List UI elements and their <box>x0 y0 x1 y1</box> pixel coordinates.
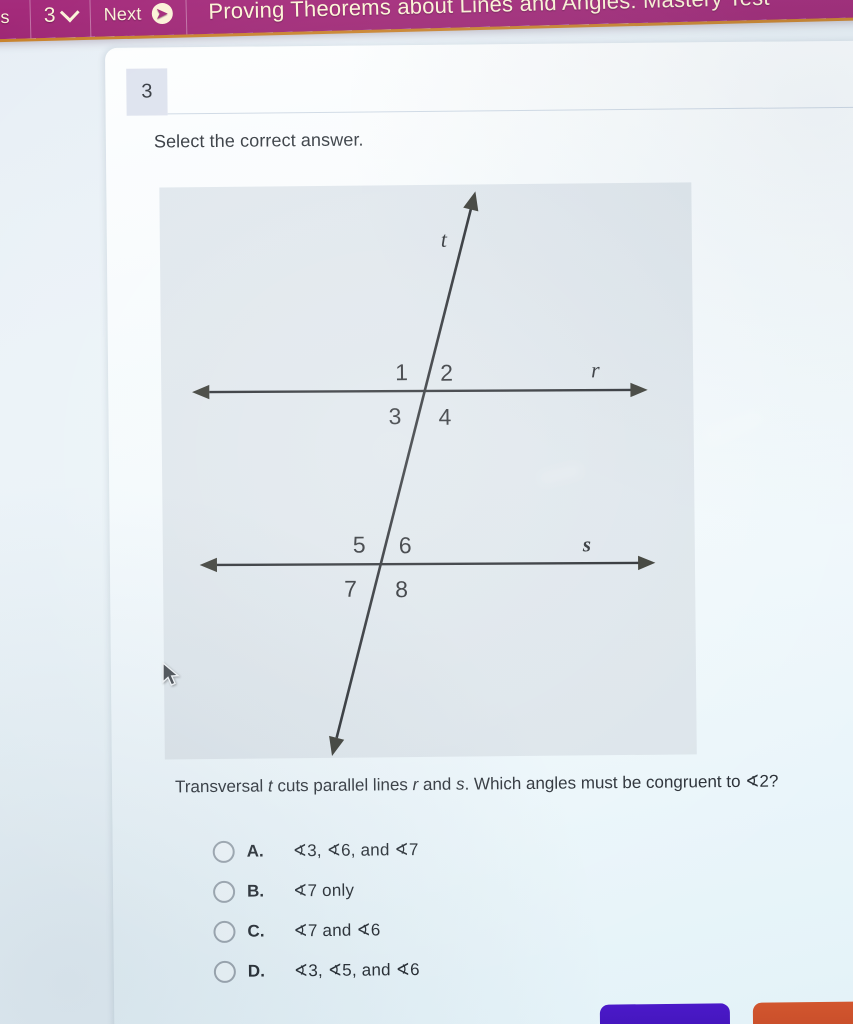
label-line-s: s <box>582 532 591 556</box>
line-s <box>199 555 656 573</box>
angle-label-7: 7 <box>344 576 357 602</box>
option-b-letter: B. <box>247 881 265 901</box>
question-number-value: 3 <box>43 3 57 28</box>
question-card: 3 Select the correct answer. t r s 1 2 3… <box>105 40 853 1024</box>
angle-label-5: 5 <box>353 532 366 558</box>
option-b[interactable]: B. ∢7 only <box>213 867 713 912</box>
radio-button-a[interactable] <box>212 840 235 864</box>
previous-button[interactable]: ous <box>0 0 32 40</box>
reset-button[interactable] <box>599 1003 731 1024</box>
screen-photo: ous 3 Next ➤ Proving Theorems about Line… <box>0 0 853 1024</box>
line-r <box>192 382 648 400</box>
question-number-dropdown[interactable]: 3 <box>30 0 92 39</box>
option-c[interactable]: C. ∢7 and ∢6 <box>213 907 713 952</box>
angle-label-1: 1 <box>395 359 408 385</box>
caption-part-2: cuts parallel lines <box>272 775 413 796</box>
submit-button[interactable] <box>752 1001 853 1024</box>
mouse-cursor <box>162 662 180 686</box>
option-d[interactable]: D. ∢3, ∢5, and ∢6 <box>213 947 714 992</box>
question-prompt: Select the correct answer. <box>153 129 364 152</box>
circle-arrow-right-icon: ➤ <box>151 2 173 24</box>
figure-caption: Transversal t cuts parallel lines r and … <box>175 772 778 798</box>
previous-label: ous <box>0 6 10 28</box>
caption-part-4: . Which angles must be congruent to ∢2? <box>464 771 779 794</box>
option-d-text: ∢3, ∢5, and ∢6 <box>293 960 420 981</box>
label-line-r: r <box>591 357 600 382</box>
answer-options: A. ∢3, ∢6, and ∢7 B. ∢7 only C. ∢7 and ∢… <box>212 827 715 992</box>
option-b-text: ∢7 only <box>293 880 355 901</box>
top-navigation-bar: ous 3 Next ➤ Proving Theorems about Line… <box>0 0 853 40</box>
option-a[interactable]: A. ∢3, ∢6, and ∢7 <box>212 827 713 872</box>
test-title: Proving Theorems about Lines and Angles:… <box>208 0 770 24</box>
angle-label-2: 2 <box>440 360 453 386</box>
angle-label-4: 4 <box>438 404 451 430</box>
radio-button-b[interactable] <box>213 880 236 904</box>
option-d-letter: D. <box>247 961 265 981</box>
parallel-lines-transversal-diagram: t r s 1 2 3 4 5 6 7 8 <box>192 191 656 756</box>
option-a-text: ∢3, ∢6, and ∢7 <box>292 840 419 861</box>
angle-label-8: 8 <box>395 576 408 602</box>
caption-part-1: Transversal <box>175 776 269 797</box>
next-button[interactable]: Next ➤ <box>90 0 188 37</box>
tab-divider <box>167 106 853 115</box>
angle-label-6: 6 <box>399 532 412 558</box>
geometry-figure: t r s 1 2 3 4 5 6 7 8 <box>159 182 697 760</box>
label-transversal-t: t <box>441 227 448 252</box>
chevron-down-icon <box>59 2 80 23</box>
next-label: Next <box>103 3 142 25</box>
angle-label-3: 3 <box>388 403 401 429</box>
option-c-letter: C. <box>247 921 265 941</box>
radio-button-c[interactable] <box>213 920 236 943</box>
question-number-tab: 3 <box>126 68 168 116</box>
option-c-text: ∢7 and ∢6 <box>293 920 381 941</box>
option-a-letter: A. <box>246 841 264 861</box>
caption-part-3: and <box>418 774 457 795</box>
line-t-transversal <box>329 191 479 756</box>
radio-button-d[interactable] <box>213 960 236 983</box>
